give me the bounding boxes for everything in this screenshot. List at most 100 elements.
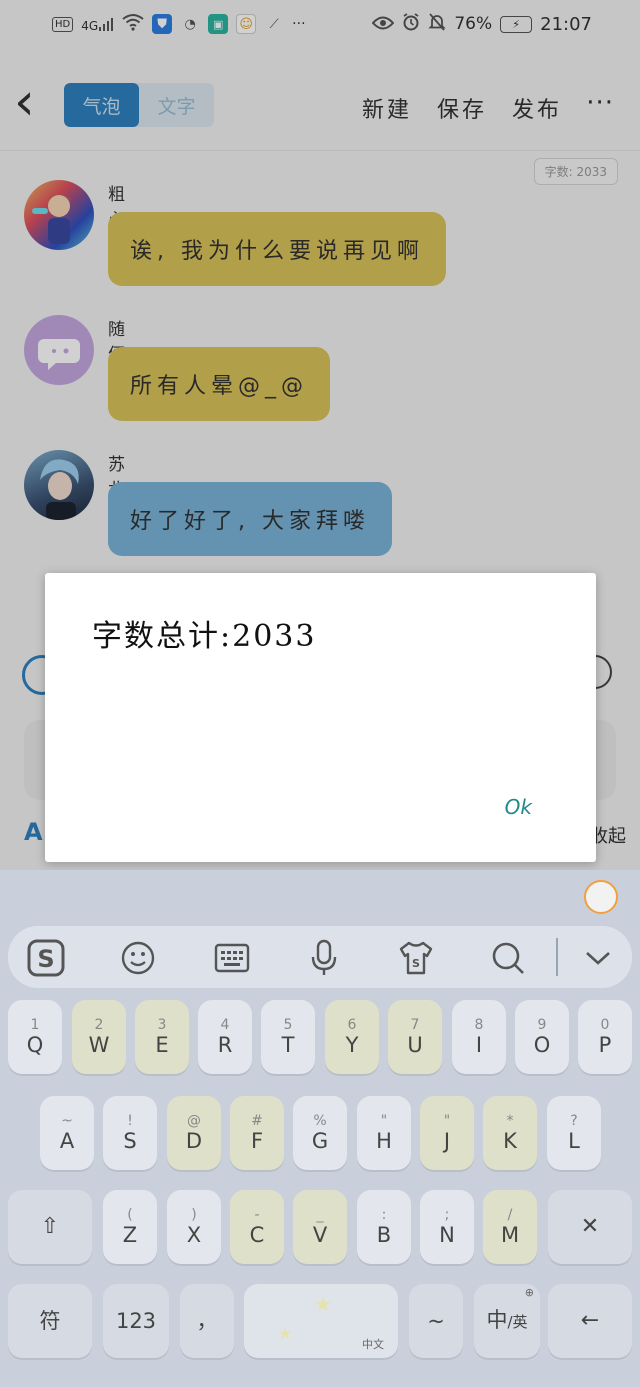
comma-key[interactable]: ， <box>180 1284 234 1358</box>
key-j[interactable]: " J <box>420 1096 474 1170</box>
numbers-key[interactable]: 123 <box>103 1284 169 1358</box>
key-label: A <box>59 1129 75 1153</box>
key-label: P <box>598 1033 612 1057</box>
key-sub: 8 <box>474 1017 484 1033</box>
key-sub: ) <box>191 1207 197 1223</box>
dialog-message: 字数总计:2033 <box>92 619 317 654</box>
key-label: 符 <box>39 1309 61 1333</box>
key-sub: ! <box>127 1113 133 1129</box>
key-label: U <box>407 1033 423 1057</box>
key-s[interactable]: ! S <box>103 1096 157 1170</box>
key-m[interactable]: / M <box>483 1190 537 1264</box>
space-key[interactable]: ★ ★ 中文 <box>244 1284 398 1358</box>
key-sub: 2 <box>94 1017 104 1033</box>
key-y[interactable]: 6Y <box>325 1000 379 1074</box>
key-sub: * <box>506 1113 514 1129</box>
key-sub: ( <box>127 1207 133 1223</box>
emoji-icon[interactable] <box>118 938 158 978</box>
key-sub: % <box>313 1113 327 1129</box>
keyboard-icon[interactable] <box>212 938 252 978</box>
microphone-icon[interactable] <box>304 938 344 978</box>
key-l[interactable]: ? L <box>547 1096 601 1170</box>
key-sub: ~ <box>61 1113 73 1129</box>
key-label: D <box>185 1129 203 1153</box>
key-sub: _ <box>316 1207 324 1223</box>
star-decoration-icon: ★ <box>278 1324 293 1343</box>
sogou-logo-icon[interactable]: S <box>26 938 66 978</box>
key-t[interactable]: 5T <box>261 1000 315 1074</box>
key-x[interactable]: ) X <box>167 1190 221 1264</box>
ok-button[interactable]: Ok <box>505 795 532 819</box>
key-sub: 1 <box>30 1017 40 1033</box>
key-label: 123 <box>115 1309 157 1333</box>
key-sub: 5 <box>283 1017 293 1033</box>
delete-icon: ✕ <box>580 1214 600 1239</box>
keyboard-mascot-icon[interactable] <box>584 880 618 914</box>
key-label: Z <box>122 1223 138 1247</box>
key-sub: : <box>381 1207 387 1223</box>
soft-keyboard: S S 1Q 2W 3E 4R 5T 6Y 7U 8I 9O 0P ~ A ! S … <box>0 870 640 1387</box>
key-g[interactable]: % G <box>293 1096 347 1170</box>
key-label: K <box>503 1129 517 1153</box>
space-label: 中文 <box>362 1338 384 1351</box>
key-u[interactable]: 7U <box>388 1000 442 1074</box>
language-switch-key[interactable]: ⊕ 中/英 <box>474 1284 540 1358</box>
key-label: F <box>250 1129 264 1153</box>
shift-key[interactable]: ⇧ <box>8 1190 92 1264</box>
key-label: L <box>568 1129 580 1153</box>
key-sub: 3 <box>157 1017 167 1033</box>
key-z[interactable]: (Z <box>103 1190 157 1264</box>
lang-sub: /英 <box>507 1313 528 1331</box>
key-sub: 0 <box>600 1017 610 1033</box>
key-label: J <box>443 1129 451 1153</box>
word-count-dialog: 字数总计:2033 Ok <box>45 573 596 862</box>
key-sub: - <box>254 1207 260 1223</box>
shift-icon: ⇧ <box>40 1214 60 1239</box>
key-a[interactable]: ~ A <box>40 1096 94 1170</box>
key-sub: " <box>380 1113 388 1129</box>
delete-key[interactable]: ✕ <box>548 1190 632 1264</box>
key-f[interactable]: # F <box>230 1096 284 1170</box>
key-e[interactable]: 3E <box>135 1000 189 1074</box>
key-label: B <box>376 1223 392 1247</box>
key-i[interactable]: 8I <box>452 1000 506 1074</box>
key-sub: 7 <box>410 1017 420 1033</box>
key-d[interactable]: @ D <box>167 1096 221 1170</box>
symbols-key[interactable]: 符 <box>8 1284 92 1358</box>
chevron-down-icon[interactable] <box>578 938 618 978</box>
key-label: E <box>155 1033 169 1057</box>
key-b[interactable]: :B <box>357 1190 411 1264</box>
key-k[interactable]: * K <box>483 1096 537 1170</box>
key-label: Y <box>345 1033 359 1057</box>
svg-text:S: S <box>37 945 54 973</box>
key-q[interactable]: 1Q <box>8 1000 62 1074</box>
tilde-key[interactable]: ~ <box>409 1284 463 1358</box>
key-label: ~ <box>427 1309 445 1333</box>
key-label: X <box>186 1223 202 1247</box>
key-sub: @ <box>187 1113 201 1129</box>
svg-text:S: S <box>412 957 420 970</box>
enter-key[interactable]: ← <box>548 1284 632 1358</box>
key-label: R <box>217 1033 233 1057</box>
key-r[interactable]: 4R <box>198 1000 252 1074</box>
lang-main: 中 <box>486 1308 508 1332</box>
key-w[interactable]: 2W <box>72 1000 126 1074</box>
key-sub: / <box>507 1207 513 1223</box>
key-h[interactable]: " H <box>357 1096 411 1170</box>
key-c[interactable]: -C <box>230 1190 284 1264</box>
key-label: O <box>533 1033 551 1057</box>
key-sub: 4 <box>220 1017 230 1033</box>
enter-icon: ← <box>580 1308 600 1333</box>
keyboard-toolbar: S S <box>8 926 632 988</box>
star-decoration-icon: ★ <box>314 1292 332 1316</box>
skin-icon[interactable]: S <box>396 938 436 978</box>
key-o[interactable]: 9O <box>515 1000 569 1074</box>
search-icon[interactable] <box>488 938 528 978</box>
globe-icon: ⊕ <box>524 1286 534 1299</box>
key-v[interactable]: _ V <box>293 1190 347 1264</box>
toolbar-separator <box>556 938 558 976</box>
key-sub: 6 <box>347 1017 357 1033</box>
key-p[interactable]: 0P <box>578 1000 632 1074</box>
key-label: N <box>439 1223 455 1247</box>
key-n[interactable]: ; N <box>420 1190 474 1264</box>
